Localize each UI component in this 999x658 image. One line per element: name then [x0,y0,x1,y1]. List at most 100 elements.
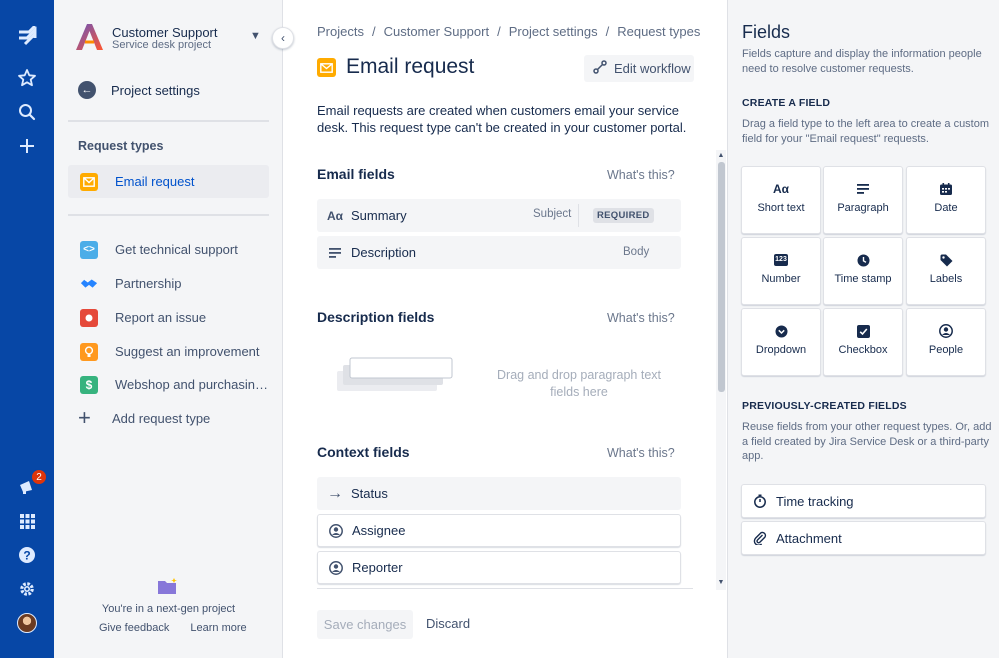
scroll-down-arrow-icon[interactable]: ▼ [716,579,726,586]
field-row-summary[interactable]: Aα Summary Subject REQUIRED [317,199,681,232]
field-type-label: Checkbox [838,344,888,356]
field-label: Description [351,245,417,260]
breadcrumb-item-projects[interactable]: Projects [317,24,364,39]
person-icon [328,560,344,575]
sidebar-item-label: Webshop and purchasin… [115,377,268,392]
breadcrumb-item-customer-support[interactable]: Customer Support [384,24,490,39]
email-icon [317,58,336,77]
edit-workflow-label: Edit workflow [614,61,691,76]
field-type-label: Paragraph [837,202,889,214]
previous-field-time-tracking[interactable]: Time tracking [741,484,986,518]
breadcrumb-item-project-settings[interactable]: Project settings [509,24,598,39]
previous-field-attachment[interactable]: Attachment [741,521,986,555]
context-fields-whats-this-link[interactable]: What's this? [607,446,675,460]
jira-logo-icon[interactable] [14,24,40,50]
sidebar-item-report-an-issue[interactable]: Report an issue [68,301,269,334]
create-plus-icon[interactable] [14,133,40,159]
divider [68,214,269,216]
paragraph-icon [327,247,343,258]
avatar[interactable] [17,613,37,633]
sidebar-item-email-request[interactable]: Email request [68,165,269,198]
field-row-status[interactable]: → Status [317,477,681,510]
dropdown-icon [742,324,820,338]
short-text-icon: Aα [772,182,790,196]
search-icon[interactable] [14,99,40,125]
add-request-type-button[interactable]: + Add request type [78,405,210,430]
fields-panel: Fields Fields capture and display the in… [727,0,999,658]
sidebar-item-label: Suggest an improvement [115,344,260,359]
description-fields-title: Description fields [317,309,435,325]
settings-gear-icon[interactable] [14,576,40,602]
workflow-icon [593,60,607,77]
field-type-checkbox[interactable]: Checkbox [823,308,903,376]
back-to-project-settings[interactable]: ← Project settings [78,80,200,100]
alert-icon [80,308,98,327]
sidebar-item-get-technical-support[interactable]: <> Get technical support [68,233,269,266]
checkbox-icon [824,324,902,338]
description-fields-whats-this-link[interactable]: What's this? [607,311,675,325]
field-type-dropdown[interactable]: Dropdown [741,308,821,376]
chevron-down-icon[interactable]: ▼ [250,30,261,42]
drag-drop-illustration-icon [337,357,457,393]
sidebar-item-label: Report an issue [115,310,207,325]
field-type-date[interactable]: Date [906,166,986,234]
notifications-badge: 2 [31,469,47,485]
field-mapping: Subject [533,208,572,220]
field-type-paragraph[interactable]: Paragraph [823,166,903,234]
edit-workflow-button[interactable]: Edit workflow [584,55,694,82]
project-logo-icon [74,22,104,52]
field-label: Reporter [352,560,403,575]
field-type-label: Date [934,202,958,214]
plus-icon: + [78,405,91,430]
required-badge: REQUIRED [593,208,654,223]
nextgen-notice: You're in a next-gen project [101,603,236,615]
sidebar-item-webshop-and-purchasing[interactable]: $ Webshop and purchasin… [68,368,269,401]
field-type-short-text[interactable]: Aα Short text [741,166,821,234]
learn-more-link[interactable]: Learn more [190,622,246,634]
previous-field-label: Time tracking [776,493,854,509]
number-icon: 123 [742,253,820,267]
field-type-people[interactable]: People [906,308,986,376]
project-name[interactable]: Customer Support [112,25,218,40]
field-type-time-stamp[interactable]: Time stamp [823,237,903,305]
breadcrumb: Projects / Customer Support / Project settin… [317,24,701,39]
label-icon [907,253,985,267]
previously-created-heading: PREVIOUSLY-CREATED FIELDS [742,400,907,412]
fields-panel-title: Fields [742,22,791,42]
discard-button[interactable]: Discard [426,616,470,631]
app-switcher-icon[interactable] [14,508,40,534]
divider [317,588,693,589]
field-type-label: People [928,344,964,356]
field-label: Assignee [352,523,406,538]
handshake-icon [80,275,98,293]
save-changes-button[interactable]: Save changes [317,610,413,639]
project-sidebar: Customer Support Service desk project ▼ … [54,0,283,658]
give-feedback-link[interactable]: Give feedback [99,622,169,634]
sidebar-item-partnership[interactable]: Partnership [68,267,269,300]
sidebar-item-suggest-an-improvement[interactable]: Suggest an improvement [68,335,269,368]
sidebar-item-label: Email request [115,174,195,189]
svg-text:?: ? [23,549,30,563]
field-type-labels[interactable]: Labels [906,237,986,305]
dollar-icon: $ [80,375,98,394]
field-label: Summary [351,208,407,223]
field-row-reporter[interactable]: Reporter [317,551,681,584]
divider [578,204,579,227]
field-row-description[interactable]: Description Body [317,236,681,269]
scroll-up-arrow-icon[interactable]: ▲ [716,152,726,159]
person-icon [907,324,985,338]
star-icon[interactable] [14,65,40,91]
field-type-label: Number [761,273,801,285]
previous-field-label: Attachment [776,530,842,546]
nextgen-links: Give feedback Learn more [99,622,265,634]
collapse-sidebar-button[interactable]: ‹ [272,27,294,49]
lightbulb-icon [80,342,98,361]
email-fields-whats-this-link[interactable]: What's this? [607,168,675,182]
page-description: Email requests are created when customer… [317,103,687,135]
field-row-assignee[interactable]: Assignee [317,514,681,547]
breadcrumb-item-request-types[interactable]: Request types [617,24,700,39]
divider [68,120,269,122]
help-icon[interactable]: ? [14,542,40,568]
scrollbar-thumb[interactable] [718,162,725,392]
field-type-number[interactable]: 123 Number [741,237,821,305]
